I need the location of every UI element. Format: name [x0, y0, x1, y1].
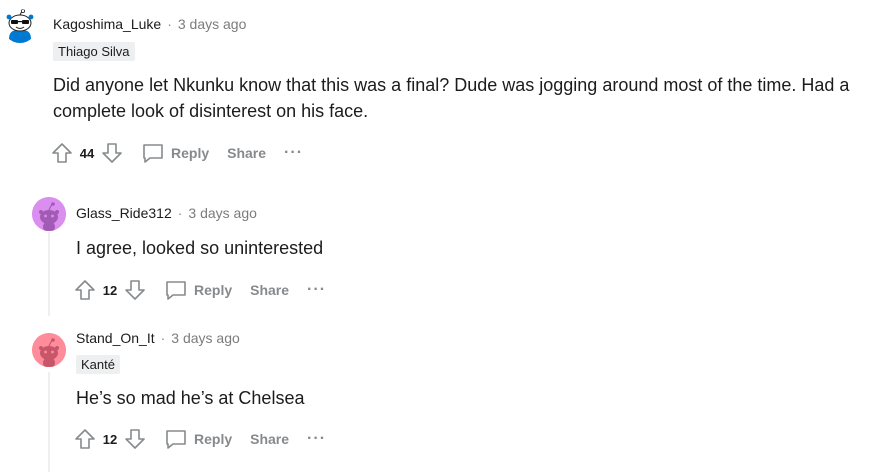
- snoo-avatar-icon: [32, 197, 66, 231]
- reply-button[interactable]: Reply: [160, 428, 236, 450]
- avatar[interactable]: [3, 9, 37, 43]
- comment-actions: 12 Reply Share ···: [72, 276, 326, 304]
- share-button[interactable]: Share: [246, 282, 293, 298]
- reply-label: Reply: [171, 145, 210, 161]
- avatar[interactable]: [32, 197, 66, 231]
- upvote-icon[interactable]: [72, 277, 98, 303]
- comment-actions: 44 Reply Share ···: [49, 139, 303, 167]
- share-button[interactable]: Share: [223, 145, 270, 161]
- downvote-icon[interactable]: [122, 426, 148, 452]
- separator: ·: [177, 205, 183, 221]
- upvote-icon[interactable]: [72, 426, 98, 452]
- user-flair: Kanté: [76, 355, 120, 374]
- username[interactable]: Stand_On_It: [76, 330, 155, 346]
- thread-line-reply-1[interactable]: [48, 232, 50, 316]
- more-options-icon[interactable]: ···: [307, 282, 326, 298]
- timestamp[interactable]: 3 days ago: [188, 205, 257, 221]
- vote-score: 12: [102, 282, 118, 298]
- more-options-icon[interactable]: ···: [284, 145, 303, 161]
- vote-score: 12: [102, 431, 118, 447]
- username[interactable]: Kagoshima_Luke: [53, 16, 161, 32]
- thread-line-reply-2[interactable]: [48, 372, 50, 472]
- timestamp[interactable]: 3 days ago: [178, 16, 247, 32]
- reply-label: Reply: [194, 282, 233, 298]
- separator: ·: [160, 330, 166, 346]
- downvote-icon[interactable]: [99, 140, 125, 166]
- reply-button[interactable]: Reply: [160, 279, 236, 301]
- reply-label: Reply: [194, 431, 233, 447]
- comment-body: He’s so mad he’s at Chelsea: [76, 388, 305, 408]
- comment-bubble-icon: [166, 430, 186, 449]
- reply-button[interactable]: Reply: [137, 142, 213, 164]
- comment-meta: Stand_On_It · 3 days ago: [76, 330, 240, 346]
- comment-meta: Kagoshima_Luke · 3 days ago: [53, 16, 246, 32]
- share-button[interactable]: Share: [246, 431, 293, 447]
- vote-score: 44: [79, 145, 95, 161]
- comment-bubble-icon: [166, 281, 186, 300]
- comment-bubble-icon: [143, 144, 163, 163]
- user-flair: Thiago Silva: [53, 42, 135, 61]
- comment-body: Did anyone let Nkunku know that this was…: [53, 75, 850, 121]
- avatar[interactable]: [32, 333, 66, 367]
- downvote-icon[interactable]: [122, 277, 148, 303]
- comment-meta: Glass_Ride312 · 3 days ago: [76, 205, 257, 221]
- comment-body: I agree, looked so uninterested: [76, 238, 324, 258]
- comment-actions: 12 Reply Share ···: [72, 425, 326, 453]
- snoo-avatar-icon: [32, 333, 66, 367]
- snoo-avatar-icon: [3, 9, 37, 43]
- timestamp[interactable]: 3 days ago: [171, 330, 240, 346]
- username[interactable]: Glass_Ride312: [76, 205, 172, 221]
- separator: ·: [167, 16, 172, 32]
- upvote-icon[interactable]: [49, 140, 75, 166]
- more-options-icon[interactable]: ···: [307, 431, 326, 447]
